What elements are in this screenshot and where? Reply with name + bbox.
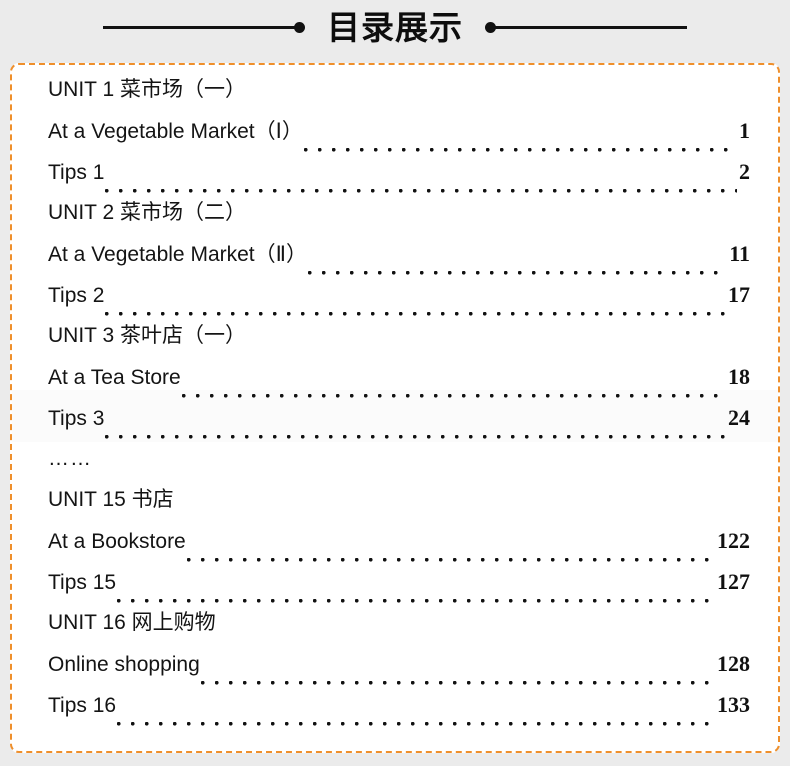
toc-entry-row[interactable]: Online shopping 128	[48, 653, 750, 694]
toc-row-title: At a Vegetable Market（Ⅰ）	[48, 120, 303, 143]
toc-leader-dots	[181, 394, 726, 398]
toc-row-title: UNIT 16 网上购物	[48, 611, 216, 634]
header-rule-left-line	[103, 26, 295, 29]
toc-page-number: 24	[728, 405, 750, 430]
toc-entry-row[interactable]: At a Vegetable Market（Ⅰ） 1	[48, 120, 750, 161]
toc-leader-dots	[93, 476, 748, 480]
toc-leader-dots	[247, 230, 748, 234]
toc-row-title: Tips 16	[48, 694, 117, 717]
toc-entry-row[interactable]: Tips 16 133	[48, 694, 750, 735]
toc-row-title: At a Bookstore	[48, 530, 186, 553]
toc-page-number: 1	[739, 118, 750, 143]
toc-row-title: Tips 3	[48, 407, 105, 430]
toc-entry-row[interactable]: At a Bookstore 122	[48, 530, 750, 571]
toc-page-number: 133	[717, 692, 750, 717]
header-rule-left-dot-icon	[294, 22, 305, 33]
toc-leader-dots	[303, 148, 737, 152]
toc-row-title: UNIT 1 菜市场（一）	[48, 78, 246, 101]
toc-leader-dots	[307, 271, 728, 275]
toc-unit-heading: UNIT 16 网上购物	[48, 612, 750, 653]
toc-leader-dots	[247, 107, 748, 111]
toc-unit-heading: UNIT 2 菜市场（二）	[48, 202, 750, 243]
toc-page-number: 122	[717, 528, 750, 553]
toc-page-number: 11	[729, 241, 750, 266]
toc-list: UNIT 1 菜市场（一） At a Vegetable Market（Ⅰ） 1 Ti…	[12, 65, 778, 735]
toc-entry-row[interactable]: At a Tea Store 18	[48, 366, 750, 407]
toc-unit-heading: UNIT 15 书店	[48, 489, 750, 530]
toc-unit-heading: UNIT 3 茶叶店（一）	[48, 325, 750, 366]
toc-entry-row[interactable]: Tips 15 127	[48, 571, 750, 612]
toc-row-title: At a Tea Store	[48, 366, 181, 389]
toc-row-title: ……	[48, 447, 92, 470]
header-rule-right	[485, 22, 687, 33]
toc-leader-dots	[117, 599, 715, 603]
header-rule-left	[103, 22, 305, 33]
header-rule-right-line	[495, 26, 687, 29]
toc-page-number: 17	[728, 282, 750, 307]
toc-row-title: Tips 1	[48, 161, 105, 184]
toc-panel: UNIT 1 菜市场（一） At a Vegetable Market（Ⅰ） 1 Ti…	[10, 63, 780, 753]
toc-ellipsis-row: ……	[48, 448, 750, 489]
toc-leader-dots	[105, 312, 726, 316]
toc-page-number: 127	[717, 569, 750, 594]
toc-row-title: Online shopping	[48, 653, 200, 676]
toc-leader-dots	[117, 722, 715, 726]
toc-row-title: Tips 15	[48, 571, 117, 594]
toc-leader-dots	[175, 517, 748, 521]
toc-unit-heading: UNIT 1 菜市场（一）	[48, 79, 750, 120]
toc-leader-dots	[200, 681, 715, 685]
toc-entry-row[interactable]: Tips 3 24	[48, 407, 750, 448]
toc-leader-dots	[247, 353, 748, 357]
toc-row-title: UNIT 2 菜市场（二）	[48, 201, 246, 224]
toc-row-title: UNIT 15 书店	[48, 488, 174, 511]
toc-row-title: Tips 2	[48, 284, 105, 307]
toc-leader-dots	[105, 435, 726, 439]
toc-entry-row[interactable]: At a Vegetable Market（Ⅱ） 11	[48, 243, 750, 284]
toc-page-number: 18	[728, 364, 750, 389]
toc-row-title: UNIT 3 茶叶店（一）	[48, 324, 246, 347]
toc-leader-dots	[186, 558, 715, 562]
toc-page-number: 2	[739, 159, 750, 184]
toc-page-number: 128	[717, 651, 750, 676]
toc-leader-dots	[217, 640, 748, 644]
page-header: 目录展示	[0, 0, 790, 63]
toc-row-title: At a Vegetable Market（Ⅱ）	[48, 243, 307, 266]
toc-entry-row[interactable]: Tips 1 2	[48, 161, 750, 202]
toc-leader-dots	[105, 189, 737, 193]
toc-entry-row[interactable]: Tips 2 17	[48, 284, 750, 325]
page-title: 目录展示	[327, 9, 463, 46]
